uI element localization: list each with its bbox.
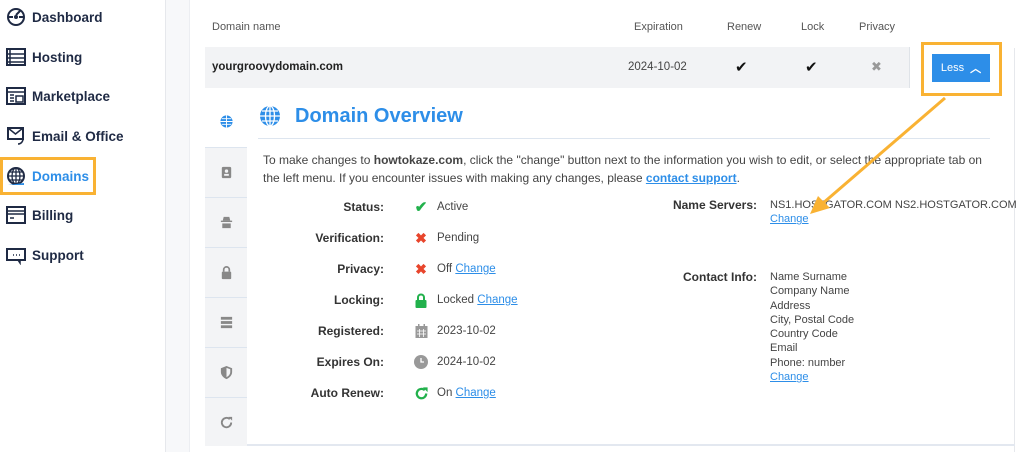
- verification-label: Verification:: [315, 231, 384, 245]
- sidebar: Dashboard Hosting Marketplace Email & Of…: [0, 0, 166, 452]
- contact-card-icon: [221, 166, 231, 179]
- lock-icon: [413, 292, 429, 308]
- sidebar-item-email-office[interactable]: Email & Office: [6, 123, 124, 149]
- email-icon: [7, 127, 24, 145]
- expires-on-label: Expires On:: [316, 355, 384, 369]
- locking-value: Locked Change: [413, 292, 518, 308]
- name-servers-change-link[interactable]: Change: [770, 213, 809, 225]
- col-privacy: Privacy: [859, 21, 896, 33]
- globe-icon: [260, 105, 280, 127]
- shield-icon: [220, 365, 232, 380]
- locking-change-link[interactable]: Change: [477, 294, 517, 306]
- gutter: [166, 0, 190, 452]
- check-icon: ✔: [414, 199, 428, 216]
- sidebar-item-dashboard[interactable]: Dashboard: [6, 4, 103, 30]
- support-icon: [6, 248, 26, 265]
- domains-highlight-box: [0, 157, 96, 195]
- privacy-x-icon: ✖: [871, 59, 882, 74]
- status-label: Status:: [343, 200, 384, 214]
- auto-renew-change-link[interactable]: Change: [456, 387, 496, 399]
- server-icon: [6, 48, 26, 66]
- lock-check-icon: ✔: [805, 59, 818, 76]
- expires-on-value: 2024-10-02: [413, 354, 496, 370]
- x-icon: ✖: [415, 229, 427, 246]
- col-domain-name: Domain name: [212, 21, 281, 33]
- sidebar-item-billing[interactable]: Billing: [6, 202, 73, 228]
- tab-contacts[interactable]: [205, 147, 247, 197]
- contact-support-link[interactable]: contact support: [646, 171, 737, 185]
- marketplace-icon: [6, 87, 26, 105]
- calendar-icon: [413, 323, 429, 339]
- tab-renew[interactable]: [205, 397, 247, 446]
- renew-check-icon: ✔: [735, 59, 748, 76]
- clock-icon: [413, 354, 429, 370]
- privacy-value: ✖ Off Change: [413, 261, 496, 277]
- privacy-change-link[interactable]: Change: [455, 263, 495, 275]
- privacy-label: Privacy:: [337, 262, 384, 276]
- auto-renew-label: Auto Renew:: [310, 386, 384, 400]
- col-renew: Renew: [727, 21, 762, 33]
- server-icon: [220, 316, 232, 329]
- intro-text: To make changes to howtokaze.com, click …: [263, 153, 982, 185]
- auto-renew-value: On Change: [413, 385, 496, 401]
- sidebar-item-hosting[interactable]: Hosting: [6, 44, 82, 70]
- locking-label: Locking:: [334, 293, 384, 307]
- x-icon: ✖: [415, 260, 427, 277]
- less-highlight-box: [921, 42, 1002, 96]
- page-title: Domain Overview: [295, 105, 463, 127]
- contact-info-change-link[interactable]: Change: [770, 371, 809, 383]
- refresh-icon: [220, 416, 232, 428]
- name-servers-label: Name Servers:: [672, 198, 757, 212]
- dashboard-icon: [7, 8, 25, 26]
- refresh-icon: [413, 385, 429, 401]
- registered-label: Registered:: [317, 324, 384, 338]
- col-expiration: Expiration: [634, 21, 683, 33]
- globe-icon: [219, 115, 233, 128]
- registered-value: 2023-10-02: [413, 323, 496, 339]
- col-lock: Lock: [801, 21, 825, 33]
- expiration-date: 2024-10-02: [628, 61, 687, 73]
- verification-value: ✖ Pending: [413, 230, 479, 246]
- billing-icon: [6, 206, 26, 224]
- divider: [258, 138, 990, 139]
- sidebar-item-marketplace[interactable]: Marketplace: [6, 83, 110, 109]
- status-value: ✔ Active: [414, 199, 469, 216]
- lock-icon: [221, 266, 231, 280]
- sidebar-item-support[interactable]: Support: [6, 242, 84, 268]
- name-servers-value: NS1.HOSTGATOR.COM NS2.HOSTGATOR.COM Chang…: [770, 199, 1017, 226]
- incognito-icon: [220, 216, 232, 229]
- tab-overview[interactable]: [205, 96, 247, 147]
- contact-info-value: Name Surname Company Name Address City, …: [770, 271, 855, 384]
- domain-name: yourgroovydomain.com: [212, 61, 343, 73]
- contact-info-label: Contact Info:: [683, 270, 757, 284]
